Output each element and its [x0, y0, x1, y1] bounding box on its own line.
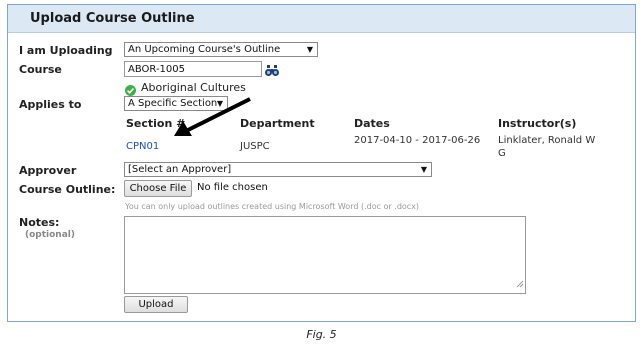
course-label: Course	[19, 63, 62, 76]
approver-select[interactable]: [Select an Approver] ▼	[124, 162, 432, 177]
resize-handle-icon[interactable]	[516, 273, 524, 292]
course-input[interactable]: ABOR-1005	[124, 61, 262, 77]
chevron-down-icon: ▼	[306, 45, 313, 54]
course-input-value: ABOR-1005	[128, 64, 185, 75]
upload-course-outline-panel: Upload Course Outline I am Uploading An …	[7, 4, 636, 322]
file-status: No file chosen	[197, 182, 268, 193]
notes-textarea[interactable]	[124, 216, 526, 294]
panel-header: Upload Course Outline	[8, 5, 635, 33]
notes-optional-label: (optional)	[25, 230, 75, 240]
course-outline-label: Course Outline:	[19, 183, 116, 196]
approver-label: Approver	[19, 164, 77, 177]
approver-selected: [Select an Approver]	[128, 164, 232, 175]
chevron-down-icon: ▼	[420, 165, 427, 174]
figure-caption: Fig. 5	[306, 328, 337, 341]
section-link[interactable]: CPN01	[126, 140, 159, 153]
uploading-selected: An Upcoming Course's Outline	[128, 44, 281, 55]
applies-to-label: Applies to	[19, 98, 82, 111]
instructor-line-2: G	[498, 148, 506, 159]
col-header-dates: Dates	[354, 117, 390, 130]
col-header-instructors: Instructor(s)	[498, 117, 577, 130]
binoculars-icon[interactable]	[265, 62, 279, 81]
arrow-pointer-icon	[172, 96, 252, 142]
section-dates: 2017-04-10 - 2017-06-26	[354, 135, 481, 146]
upload-button[interactable]: Upload	[124, 296, 188, 313]
course-match-text: Aboriginal Cultures	[141, 81, 246, 94]
choose-file-button[interactable]: Choose File	[124, 180, 192, 197]
notes-label: Notes:	[19, 216, 60, 229]
panel-title: Upload Course Outline	[30, 11, 195, 26]
instructor-line-1: Linklater, Ronald W	[498, 135, 596, 146]
uploading-label: I am Uploading	[19, 44, 113, 57]
uploading-select[interactable]: An Upcoming Course's Outline ▼	[124, 42, 318, 57]
section-instructor: Linklater, Ronald W G	[498, 134, 595, 160]
upload-hint: You can only upload outlines created usi…	[125, 202, 420, 211]
